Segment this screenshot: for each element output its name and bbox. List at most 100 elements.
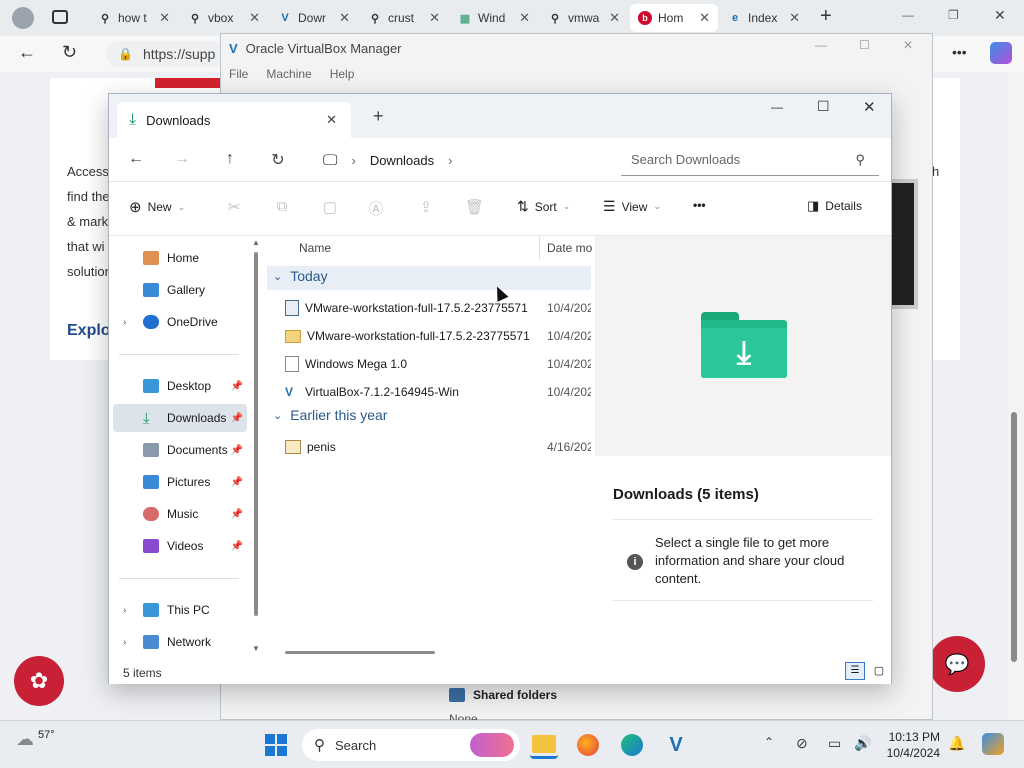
pin-icon[interactable]: 📌: [231, 509, 243, 520]
sidebar-item-documents[interactable]: Documents 📌: [113, 436, 247, 464]
scroll-down-icon[interactable]: ▼: [252, 644, 260, 653]
virtualbox-taskbar-icon[interactable]: V: [662, 731, 690, 759]
new-button[interactable]: ⊕ New ⌄: [129, 198, 185, 216]
file-explorer-icon[interactable]: [530, 731, 558, 759]
minimize-icon[interactable]: —: [771, 100, 783, 114]
maximize-icon[interactable]: ☐: [817, 98, 830, 115]
address-breadcrumb[interactable]: 🖵 › Downloads ›: [313, 144, 607, 176]
back-icon[interactable]: ←: [18, 42, 36, 63]
pin-icon[interactable]: 📌: [231, 541, 243, 552]
copilot-icon[interactable]: [990, 42, 1012, 64]
menu-file[interactable]: File: [229, 67, 248, 81]
file-row[interactable]: penis 4/16/2024: [285, 434, 591, 460]
vbox-close-icon[interactable]: ✕: [903, 38, 913, 52]
scroll-thumb[interactable]: [254, 252, 258, 616]
close-window-icon[interactable]: ✕: [994, 7, 1006, 24]
restore-icon[interactable]: ❐: [948, 8, 959, 22]
rename-icon[interactable]: Ⓐ: [367, 198, 385, 218]
new-tab-button[interactable]: +: [820, 5, 832, 28]
delete-icon[interactable]: 🗑: [465, 198, 484, 216]
network-status-icon[interactable]: ⊘: [796, 735, 808, 752]
browser-tab-2[interactable]: ⚲ vbox ✕: [180, 4, 268, 32]
copilot-icon[interactable]: [982, 733, 1004, 755]
scroll-up-icon[interactable]: ▲: [252, 238, 260, 247]
cookie-settings-button[interactable]: ✿: [14, 656, 64, 706]
refresh-icon[interactable]: ↻: [267, 150, 289, 170]
minimize-icon[interactable]: —: [902, 8, 914, 22]
back-icon[interactable]: ←: [125, 150, 147, 168]
close-icon[interactable]: ✕: [519, 10, 530, 26]
pin-icon[interactable]: 📌: [231, 445, 243, 456]
group-earlier[interactable]: ⌄ Earlier this year: [273, 407, 387, 423]
more-icon[interactable]: •••: [952, 44, 967, 60]
sidebar-scrollbar[interactable]: ▲ ▼: [252, 238, 260, 658]
explorer-tab-downloads[interactable]: ⤓ Downloads ✕: [117, 102, 351, 138]
close-tab-icon[interactable]: ✕: [326, 112, 337, 128]
file-row[interactable]: VMware-workstation-full-17.5.2-23775571 …: [285, 295, 591, 321]
page-scrollbar[interactable]: [1007, 72, 1024, 720]
up-icon[interactable]: ↑: [219, 150, 241, 168]
weather-widget[interactable]: ☁ 57°: [16, 729, 55, 750]
sidebar-item-gallery[interactable]: Gallery: [113, 276, 247, 304]
chevron-right-icon[interactable]: ›: [123, 605, 126, 616]
search-box[interactable]: Search Downloads ⚲: [621, 144, 879, 176]
column-header-name[interactable]: Name: [299, 241, 331, 255]
close-icon[interactable]: ✕: [863, 98, 876, 116]
notification-bell-icon[interactable]: 🔔: [948, 735, 965, 752]
sidebar-item-onedrive[interactable]: › OneDrive: [113, 308, 247, 336]
sound-icon[interactable]: 🔊: [854, 735, 871, 752]
more-options-button[interactable]: •••: [693, 198, 706, 212]
profile-icon[interactable]: [12, 7, 34, 29]
group-today[interactable]: ⌄ Today: [273, 268, 328, 284]
close-icon[interactable]: ✕: [789, 10, 800, 26]
horizontal-scrollbar[interactable]: [285, 651, 435, 654]
tab-actions-icon[interactable]: [52, 10, 68, 24]
vbox-minimize-icon[interactable]: —: [815, 38, 827, 52]
cut-icon[interactable]: ✂: [225, 198, 243, 216]
explore-link[interactable]: Explo: [67, 322, 111, 340]
chat-button[interactable]: 💬: [929, 636, 985, 692]
sidebar-item-downloads[interactable]: ⤓ Downloads 📌: [113, 404, 247, 432]
pin-icon[interactable]: 📌: [231, 477, 243, 488]
file-row[interactable]: VMware-workstation-full-17.5.2-23775571 …: [285, 323, 591, 349]
sidebar-item-network[interactable]: › Network: [113, 628, 247, 656]
close-icon[interactable]: ✕: [699, 10, 710, 26]
browser-tab-3[interactable]: V Dowr ✕: [270, 4, 358, 32]
column-header-date[interactable]: Date mo: [547, 241, 592, 255]
sidebar-item-home[interactable]: Home: [113, 244, 247, 272]
browser-tab-7[interactable]: b Hom ✕: [630, 4, 718, 32]
display-icon[interactable]: ▭: [828, 735, 841, 752]
taskbar-search[interactable]: ⚲ Search: [302, 729, 520, 761]
file-row[interactable]: Windows Mega 1.0 10/4/2024: [285, 351, 591, 377]
close-icon[interactable]: ✕: [159, 10, 170, 26]
details-button[interactable]: ◨ Details: [807, 198, 862, 214]
tiles-view-icon[interactable]: ▢: [869, 662, 889, 680]
browser-tab-6[interactable]: ⚲ vmwa ✕: [540, 4, 628, 32]
details-view-icon[interactable]: ☰: [845, 662, 865, 680]
clock[interactable]: 10:13 PM 10/4/2024: [880, 729, 940, 761]
close-icon[interactable]: ✕: [339, 10, 350, 26]
browser-tab-1[interactable]: ⚲ how t ✕: [90, 4, 178, 32]
view-button[interactable]: ☰ View ⌄: [603, 198, 661, 215]
sidebar-item-pictures[interactable]: Pictures 📌: [113, 468, 247, 496]
browser-tab-4[interactable]: ⚲ crust ✕: [360, 4, 448, 32]
chevron-right-icon[interactable]: ›: [123, 317, 126, 328]
file-row[interactable]: V VirtualBox-7.1.2-164945-Win 10/4/2024: [285, 379, 591, 405]
paste-icon[interactable]: ▢: [321, 198, 339, 216]
browser-tab-8[interactable]: e Index ✕: [720, 4, 808, 32]
share-icon[interactable]: ⇪: [417, 198, 435, 216]
sidebar-item-desktop[interactable]: Desktop 📌: [113, 372, 247, 400]
copy-icon[interactable]: ⧉: [273, 198, 291, 216]
menu-machine[interactable]: Machine: [266, 67, 311, 81]
pin-icon[interactable]: 📌: [231, 381, 243, 392]
menu-help[interactable]: Help: [330, 67, 355, 81]
sidebar-item-music[interactable]: Music 📌: [113, 500, 247, 528]
address-bar[interactable]: 🔒 https://supp: [106, 41, 226, 67]
close-icon[interactable]: ✕: [249, 10, 260, 26]
chevron-up-icon[interactable]: ⌃: [764, 735, 774, 749]
firefox-icon[interactable]: [574, 731, 602, 759]
sort-button[interactable]: ⇅ Sort ⌄: [517, 198, 570, 215]
browser-tab-5[interactable]: ▦ Wind ✕: [450, 4, 538, 32]
scroll-thumb[interactable]: [1011, 412, 1017, 662]
vbox-maximize-icon[interactable]: ☐: [859, 38, 870, 52]
